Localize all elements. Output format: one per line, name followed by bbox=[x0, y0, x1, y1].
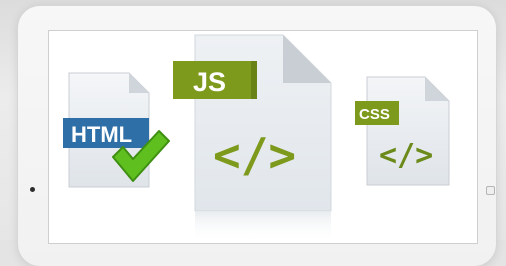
html-badge-label: HTML bbox=[71, 122, 132, 147]
css-code-symbol: </> bbox=[379, 138, 433, 173]
html-file-icon: HTML bbox=[63, 71, 175, 191]
camera-dot bbox=[30, 187, 35, 192]
tablet-screen: HTML JS </> CSS </> bbox=[48, 30, 478, 244]
js-file-icon: JS </> bbox=[173, 31, 333, 243]
js-badge-label: JS bbox=[193, 67, 226, 97]
home-button[interactable] bbox=[486, 186, 495, 195]
css-badge-label: CSS bbox=[359, 106, 390, 123]
js-code-symbol: </> bbox=[213, 128, 296, 182]
css-file-icon: CSS </> bbox=[353, 75, 453, 199]
